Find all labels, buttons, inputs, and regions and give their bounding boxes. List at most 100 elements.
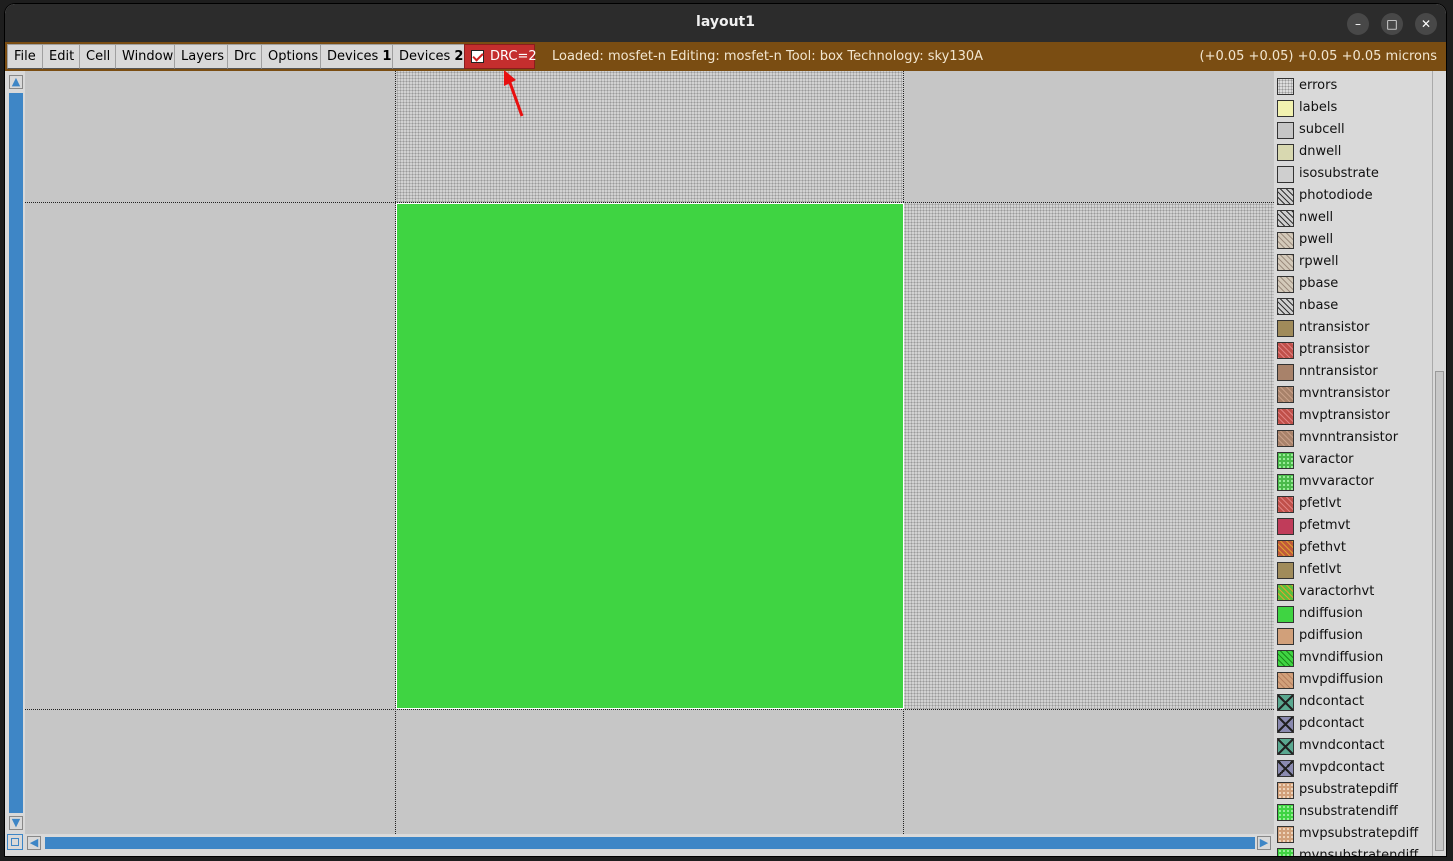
layer-swatch-icon[interactable] [1277,716,1294,733]
layer-swatch-icon[interactable] [1277,276,1294,293]
layer-swatch-icon[interactable] [1277,342,1294,359]
layer-isosubstrate[interactable]: isosubstrate [1274,163,1432,185]
layer-swatch-icon[interactable] [1277,848,1294,856]
layer-nbase[interactable]: nbase [1274,295,1432,317]
menu-layers[interactable]: Layers [174,44,232,69]
layer-pbase[interactable]: pbase [1274,273,1432,295]
layer-mvpdiffusion[interactable]: mvpdiffusion [1274,669,1432,691]
layer-swatch-icon[interactable] [1277,122,1294,139]
layer-pwell[interactable]: pwell [1274,229,1432,251]
layer-swatch-icon[interactable] [1277,386,1294,403]
layer-swatch-icon[interactable] [1277,452,1294,469]
close-button[interactable]: ✕ [1415,13,1437,35]
layer-swatch-icon[interactable] [1277,606,1294,623]
menu-devices-1[interactable]: Devices 1 [320,44,399,69]
layer-mvndcontact[interactable]: mvndcontact [1274,735,1432,757]
ndiffusion-box[interactable] [396,203,904,709]
layer-swatch-icon[interactable] [1277,804,1294,821]
layer-swatch-icon[interactable] [1277,826,1294,843]
layer-mvptransistor[interactable]: mvptransistor [1274,405,1432,427]
layer-nwell[interactable]: nwell [1274,207,1432,229]
palette-scrollbar[interactable] [1432,71,1446,856]
menu-window[interactable]: Window [115,44,181,69]
layer-swatch-icon[interactable] [1277,694,1294,711]
layer-swatch-icon[interactable] [1277,474,1294,491]
layer-mvnntransistor[interactable]: mvnntransistor [1274,427,1432,449]
layer-swatch-icon[interactable] [1277,144,1294,161]
layer-pfetlvt[interactable]: pfetlvt [1274,493,1432,515]
menu-devices-1-number: 1 [382,49,392,64]
layer-swatch-icon[interactable] [1277,518,1294,535]
layer-swatch-icon[interactable] [1277,430,1294,447]
layer-rpwell[interactable]: rpwell [1274,251,1432,273]
horizontal-scroll-trough[interactable] [45,837,1255,849]
layer-swatch-icon[interactable] [1277,782,1294,799]
zoom-box-icon[interactable] [7,834,23,850]
layer-swatch-icon[interactable] [1277,584,1294,601]
layer-nsubstratendiff[interactable]: nsubstratendiff [1274,801,1432,823]
layer-swatch-icon[interactable] [1277,320,1294,337]
layer-pfethvt[interactable]: pfethvt [1274,537,1432,559]
layer-mvvaractor[interactable]: mvvaractor [1274,471,1432,493]
scroll-up-icon[interactable]: ▲ [9,75,23,89]
layer-psubstratepdiff[interactable]: psubstratepdiff [1274,779,1432,801]
layer-swatch-icon[interactable] [1277,364,1294,381]
layer-swatch-icon[interactable] [1277,298,1294,315]
layer-mvnsubstratendiff[interactable]: mvnsubstratendiff [1274,845,1432,856]
layer-swatch-icon[interactable] [1277,78,1294,95]
layer-nfetlvt[interactable]: nfetlvt [1274,559,1432,581]
layer-mvpdcontact[interactable]: mvpdcontact [1274,757,1432,779]
layer-swatch-icon[interactable] [1277,650,1294,667]
drc-toggle[interactable]: DRC=2 [464,44,537,69]
layer-ndcontact[interactable]: ndcontact [1274,691,1432,713]
scroll-down-icon[interactable]: ▼ [9,816,23,830]
drc-checkbox-checked-icon[interactable] [471,50,484,63]
layer-swatch-icon[interactable] [1277,166,1294,183]
layer-swatch-icon[interactable] [1277,760,1294,777]
layer-varactor[interactable]: varactor [1274,449,1432,471]
layer-ntransistor[interactable]: ntransistor [1274,317,1432,339]
menu-edit[interactable]: Edit [42,44,82,69]
layer-subcell[interactable]: subcell [1274,119,1432,141]
horizontal-scrollbar[interactable]: ◀ ▶ [25,834,1271,852]
layer-labels[interactable]: labels [1274,97,1432,119]
scroll-right-icon[interactable]: ▶ [1257,836,1271,850]
layer-swatch-icon[interactable] [1277,540,1294,557]
layer-mvntransistor[interactable]: mvntransistor [1274,383,1432,405]
layer-swatch-icon[interactable] [1277,100,1294,117]
menu-options[interactable]: Options [261,44,326,69]
vertical-scroll-trough[interactable] [9,93,23,813]
layer-swatch-icon[interactable] [1277,232,1294,249]
menu-file[interactable]: File [7,44,43,69]
layer-swatch-icon[interactable] [1277,672,1294,689]
layer-swatch-icon[interactable] [1277,562,1294,579]
layer-dnwell[interactable]: dnwell [1274,141,1432,163]
layer-swatch-icon[interactable] [1277,210,1294,227]
layer-pfetmvt[interactable]: pfetmvt [1274,515,1432,537]
vertical-scrollbar[interactable]: ▲ ▼ [7,71,25,834]
layer-varactorhvt[interactable]: varactorhvt [1274,581,1432,603]
menu-drc[interactable]: Drc [227,44,264,69]
menu-cell[interactable]: Cell [79,44,118,69]
layer-swatch-icon[interactable] [1277,738,1294,755]
layer-pdcontact[interactable]: pdcontact [1274,713,1432,735]
layer-pdiffusion[interactable]: pdiffusion [1274,625,1432,647]
palette-scroll-thumb[interactable] [1435,371,1444,851]
layer-mvpsubstratepdiff[interactable]: mvpsubstratepdiff [1274,823,1432,845]
layer-swatch-icon[interactable] [1277,408,1294,425]
layer-errors[interactable]: errors [1274,75,1432,97]
maximize-button[interactable]: □ [1381,13,1403,35]
layer-photodiode[interactable]: photodiode [1274,185,1432,207]
minimize-button[interactable]: – [1347,13,1369,35]
layout-canvas[interactable] [25,71,1274,834]
layer-ptransistor[interactable]: ptransistor [1274,339,1432,361]
layer-nntransistor[interactable]: nntransistor [1274,361,1432,383]
layer-swatch-icon[interactable] [1277,496,1294,513]
layer-ndiffusion[interactable]: ndiffusion [1274,603,1432,625]
scroll-left-icon[interactable]: ◀ [27,836,41,850]
layer-mvndiffusion[interactable]: mvndiffusion [1274,647,1432,669]
layer-swatch-icon[interactable] [1277,254,1294,271]
layer-swatch-icon[interactable] [1277,628,1294,645]
menu-devices-2[interactable]: Devices 2 [392,44,471,69]
layer-swatch-icon[interactable] [1277,188,1294,205]
